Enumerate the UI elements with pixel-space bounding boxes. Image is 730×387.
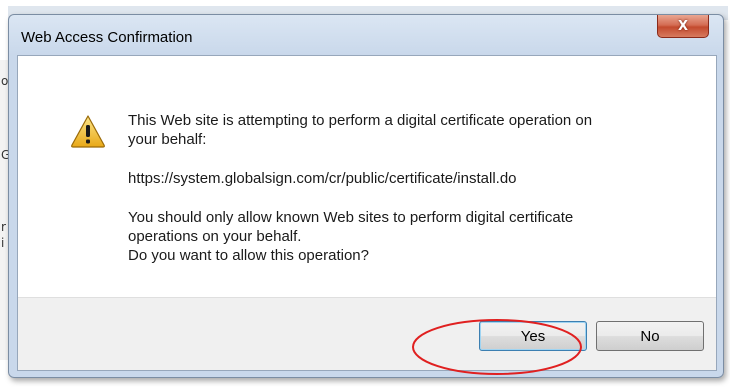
dialog-button-bar: Yes No [18,297,716,370]
message-line: You should only allow known Web sites to… [128,209,574,226]
background-text-fragment: r [1,220,6,234]
dialog-title: Web Access Confirmation [21,29,193,46]
dialog-message: This Web site is attempting to perform a… [128,111,698,285]
message-line: operations on your behalf. [128,228,302,245]
warning-icon [71,115,105,148]
message-line: Do you want to allow this operation? [128,247,369,264]
dialog-content: This Web site is attempting to perform a… [17,55,717,371]
screen: o G r i Web Access Confirmation X This W… [0,0,730,387]
site-url: https://system.globalsign.com/cr/public/… [128,170,517,187]
background-text-fragment: i [1,236,5,250]
web-access-confirmation-dialog: Web Access Confirmation X This Web site … [8,14,724,378]
close-button[interactable]: X [657,15,709,38]
message-line: your behalf: [128,131,207,148]
close-icon: X [677,18,689,34]
no-button[interactable]: No [596,321,704,351]
message-line: This Web site is attempting to perform a… [128,112,593,129]
dialog-titlebar[interactable]: Web Access Confirmation X [9,15,723,55]
yes-button[interactable]: Yes [479,321,587,351]
